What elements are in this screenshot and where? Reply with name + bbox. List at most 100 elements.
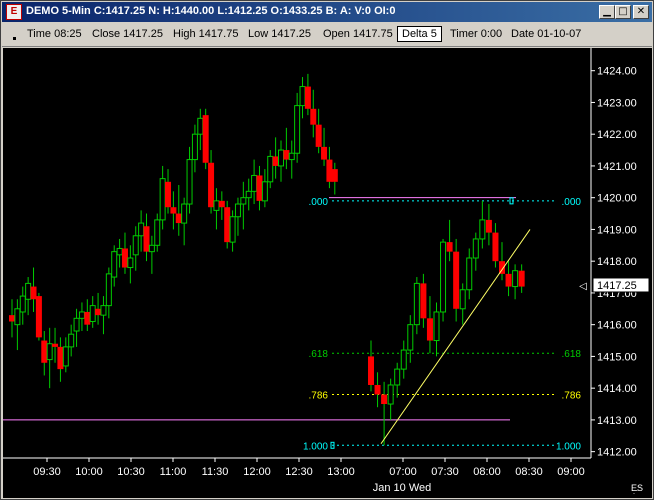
candle-body bbox=[251, 174, 258, 192]
candle-body bbox=[518, 270, 525, 287]
candle-body bbox=[387, 384, 394, 405]
candle-body bbox=[331, 169, 338, 182]
close-icon[interactable]: ✕ bbox=[633, 5, 649, 19]
chart-app-icon[interactable]: E bbox=[6, 4, 22, 20]
candle-body bbox=[197, 117, 204, 135]
candle-body bbox=[224, 207, 231, 243]
time-tick-label: 12:30 bbox=[285, 466, 313, 478]
candle-body bbox=[138, 222, 145, 237]
candle-body bbox=[492, 232, 499, 262]
candle-body bbox=[229, 216, 236, 243]
fib-level-label: .786 bbox=[562, 391, 582, 402]
candle-body bbox=[100, 305, 107, 316]
candle-body bbox=[191, 133, 198, 161]
candle-body bbox=[321, 146, 328, 160]
price-tick-label: 1414.00 bbox=[597, 383, 637, 395]
fib-anchor-handle bbox=[509, 197, 514, 205]
candle-body bbox=[121, 248, 128, 268]
candle-body bbox=[433, 311, 440, 342]
chart-window: E DEMO 5-Min C:1417.25 N: H:1440.00 L:14… bbox=[0, 0, 654, 500]
candle-body bbox=[466, 257, 473, 291]
candle-body bbox=[446, 242, 453, 252]
low-readout: Low 1417.25 bbox=[248, 28, 311, 40]
time-tick-label: 07:30 bbox=[431, 466, 459, 478]
candle-body bbox=[407, 324, 414, 351]
candle-body bbox=[288, 152, 295, 161]
candle-body bbox=[315, 124, 322, 147]
price-tick-label: 1424.00 bbox=[597, 66, 637, 78]
timer-readout: Timer 0:00 bbox=[450, 28, 503, 40]
minimize-icon[interactable]: ▁ bbox=[599, 5, 615, 19]
price-tick-label: 1415.00 bbox=[597, 351, 637, 363]
candle-body bbox=[512, 270, 519, 288]
date-readout: Date 01-10-07 bbox=[511, 28, 582, 40]
toolbar-grip-icon bbox=[13, 37, 16, 40]
price-tick-label: 1412.00 bbox=[597, 447, 637, 459]
price-tick-label: 1413.00 bbox=[597, 415, 637, 427]
price-tick-label: 1420.00 bbox=[597, 193, 637, 205]
price-tick-label: 1422.00 bbox=[597, 129, 637, 141]
candle-body bbox=[472, 238, 479, 259]
time-tick-label: 07:00 bbox=[389, 466, 417, 478]
candle-body bbox=[159, 178, 166, 221]
candle-body bbox=[170, 207, 177, 214]
price-chart[interactable]: 1424.00 1423.00 1422.00 1421.00 1420.00 1419.… bbox=[3, 48, 652, 498]
time-tick-label: 08:00 bbox=[473, 466, 501, 478]
candle-body bbox=[19, 295, 26, 313]
time-readout: Time 08:25 bbox=[27, 28, 82, 40]
candle-body bbox=[35, 296, 42, 338]
resize-grip-icon: ⋰ bbox=[633, 485, 642, 495]
price-marker-icon: ◁ bbox=[579, 281, 587, 292]
title-bar[interactable]: E DEMO 5-Min C:1417.25 N: H:1440.00 L:14… bbox=[2, 2, 652, 22]
candle-body bbox=[95, 308, 102, 316]
chart-canvas[interactable]: 1424.00 1423.00 1422.00 1421.00 1420.00 1419.… bbox=[3, 48, 652, 498]
time-tick-label: 10:00 bbox=[75, 466, 103, 478]
candle-body bbox=[267, 155, 274, 183]
candle-body bbox=[165, 181, 172, 208]
close-readout: Close 1417.25 bbox=[92, 28, 163, 40]
candle-body bbox=[234, 203, 241, 218]
candle-body bbox=[256, 175, 263, 201]
candle-body bbox=[400, 349, 407, 370]
candle-body bbox=[68, 333, 75, 348]
date-label: Jan 10 Wed bbox=[373, 482, 432, 494]
candle-body bbox=[175, 213, 182, 224]
candle-body bbox=[440, 241, 447, 313]
delta-button[interactable]: Delta 5 bbox=[397, 26, 442, 42]
candle-body bbox=[202, 115, 209, 163]
fib-level-label: 1.000 bbox=[556, 441, 581, 452]
candle-body bbox=[374, 384, 381, 395]
candle-body bbox=[73, 317, 80, 332]
fib-level-label: .618 bbox=[309, 349, 329, 360]
candle-body bbox=[14, 308, 21, 326]
candle-body bbox=[62, 346, 69, 367]
candle-body bbox=[459, 289, 466, 310]
candle-body bbox=[84, 311, 91, 325]
price-tick-label: 1419.00 bbox=[597, 224, 637, 236]
candle-body bbox=[154, 219, 161, 246]
fib-level-label: .618 bbox=[562, 349, 582, 360]
price-tick-label: 1418.00 bbox=[597, 256, 637, 268]
candle-body bbox=[105, 273, 112, 307]
price-tick-label: 1416.00 bbox=[597, 320, 637, 332]
candle-body bbox=[78, 311, 85, 319]
candle-body bbox=[111, 251, 118, 278]
candle-body bbox=[261, 181, 268, 202]
maximize-icon[interactable]: □ bbox=[615, 5, 631, 19]
candle-body bbox=[485, 219, 492, 233]
time-tick-label: 09:30 bbox=[33, 466, 61, 478]
candle-body bbox=[116, 247, 123, 256]
fib-level-label: .786 bbox=[309, 391, 329, 402]
candle-body bbox=[413, 282, 420, 326]
data-toolbar: Time 08:25 Close 1417.25 High 1417.75 Lo… bbox=[2, 23, 652, 47]
candle-body bbox=[181, 203, 188, 224]
candle-body bbox=[52, 343, 59, 347]
candle-body bbox=[143, 226, 150, 252]
candle-body bbox=[368, 356, 374, 385]
candle-body bbox=[310, 108, 317, 125]
candle-body bbox=[25, 282, 32, 300]
time-tick-label: 11:30 bbox=[202, 466, 229, 478]
candle-body bbox=[278, 149, 284, 167]
candle-body bbox=[57, 346, 64, 370]
candle-body bbox=[213, 200, 220, 211]
